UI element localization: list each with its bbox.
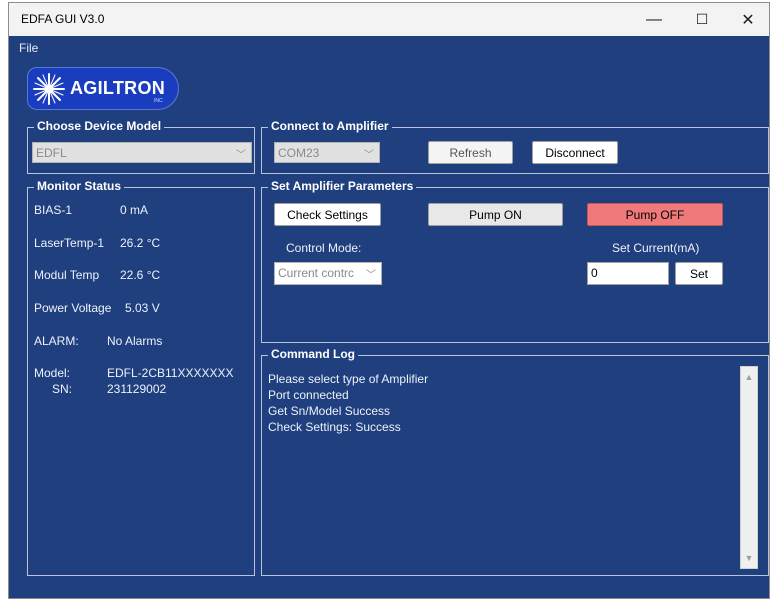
minimize-button[interactable]: — xyxy=(631,3,677,36)
model-label: Model: xyxy=(34,366,71,380)
disconnect-button[interactable]: Disconnect xyxy=(532,141,618,164)
scroll-up-icon[interactable]: ▲ xyxy=(741,369,757,385)
menu-file[interactable]: File xyxy=(19,41,38,55)
log-line: Port connected xyxy=(268,388,349,402)
chevron-down-icon: ﹀ xyxy=(366,270,376,281)
app-window: EDFA GUI V3.0 — ☐ ✕ File AGILTRON INC Ch… xyxy=(8,2,770,599)
power-voltage-value: 5.03 V xyxy=(125,301,160,315)
modultemp-label: Modul Temp xyxy=(34,268,100,282)
check-settings-button[interactable]: Check Settings xyxy=(274,203,381,226)
close-button[interactable]: ✕ xyxy=(725,3,770,36)
device-model-select[interactable]: EDFL ﹀ xyxy=(32,142,252,163)
com-port-select[interactable]: COM23 ﹀ xyxy=(274,142,380,163)
amplifier-params-legend: Set Amplifier Parameters xyxy=(268,179,417,193)
logo-inc: INC xyxy=(154,98,163,104)
scroll-down-icon[interactable]: ▼ xyxy=(741,550,757,566)
chevron-down-icon: ﹀ xyxy=(236,150,246,161)
command-log-legend: Command Log xyxy=(268,347,358,361)
device-model-value: EDFL xyxy=(36,146,67,160)
set-current-input[interactable]: 0 xyxy=(587,262,669,285)
power-voltage-label: Power Voltage xyxy=(34,301,112,315)
refresh-button[interactable]: Refresh xyxy=(428,141,513,164)
connect-legend: Connect to Amplifier xyxy=(268,119,392,133)
sn-label: SN: xyxy=(52,382,73,396)
bias-label: BIAS-1 xyxy=(34,203,73,217)
monitor-status-group: Monitor Status BIAS-1 0 mA LaserTemp-1 2… xyxy=(27,179,255,576)
control-mode-value: Current contrc xyxy=(278,266,355,280)
device-model-legend: Choose Device Model xyxy=(34,119,165,133)
device-model-group: Choose Device Model EDFL ﹀ xyxy=(27,119,255,174)
title-bar: EDFA GUI V3.0 — ☐ ✕ xyxy=(9,3,769,36)
alarm-value: No Alarms xyxy=(107,334,163,348)
sn-value: 231129002 xyxy=(107,382,167,396)
maximize-button[interactable]: ☐ xyxy=(679,3,725,36)
command-log-text: Please select type of Amplifier Port con… xyxy=(268,371,428,435)
bias-value: 0 mA xyxy=(120,203,149,217)
lasertemp-label: LaserTemp-1 xyxy=(34,236,105,250)
log-line: Please select type of Amplifier xyxy=(268,372,429,386)
pump-off-button[interactable]: Pump OFF xyxy=(587,203,723,226)
log-line: Get Sn/Model Success xyxy=(268,404,391,418)
agiltron-logo: AGILTRON INC xyxy=(27,67,179,110)
monitor-status-legend: Monitor Status xyxy=(34,179,124,193)
com-port-value: COM23 xyxy=(278,146,320,160)
control-mode-select[interactable]: Current contrc ﹀ xyxy=(274,262,382,285)
control-mode-label: Control Mode: xyxy=(286,241,362,255)
window-title: EDFA GUI V3.0 xyxy=(21,12,105,26)
pump-on-button[interactable]: Pump ON xyxy=(428,203,563,226)
log-line: Check Settings: Success xyxy=(268,420,401,434)
set-current-label: Set Current(mA) xyxy=(612,241,700,255)
chevron-down-icon: ﹀ xyxy=(364,150,374,161)
model-value: EDFL-2CB11XXXXXXX xyxy=(107,366,234,380)
command-log-group: Command Log Please select type of Amplif… xyxy=(261,347,769,576)
log-scrollbar[interactable]: ▲ ▼ xyxy=(740,366,758,569)
menu-bar: File xyxy=(9,36,769,58)
starburst-icon xyxy=(33,73,65,105)
set-button[interactable]: Set xyxy=(675,262,723,285)
modultemp-value: 22.6 °C xyxy=(120,268,161,282)
alarm-label: ALARM: xyxy=(34,334,79,348)
connect-group: Connect to Amplifier COM23 ﹀ Refresh Dis… xyxy=(261,119,769,174)
lasertemp-value: 26.2 °C xyxy=(120,236,161,250)
logo-text: AGILTRON xyxy=(70,78,166,98)
amplifier-params-group: Set Amplifier Parameters Check Settings … xyxy=(261,179,769,343)
